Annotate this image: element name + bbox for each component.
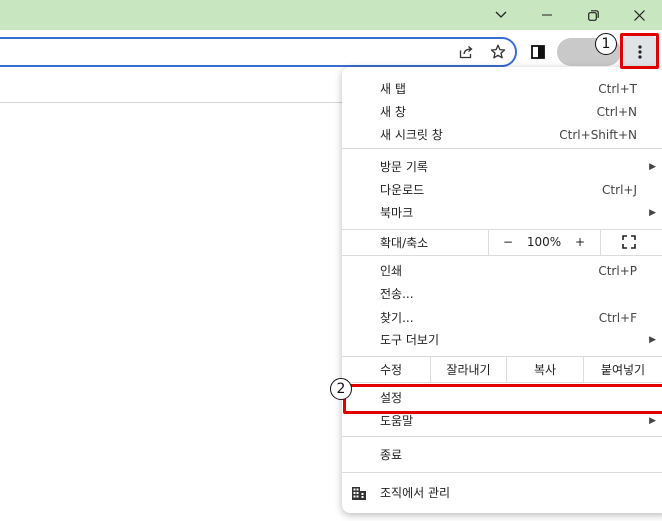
restore-icon [587,9,599,21]
share-icon [459,46,473,59]
fullscreen-icon [622,235,636,249]
menu-item-exit[interactable]: 종료 [342,443,662,466]
menu-separator [342,148,662,149]
menu-item-label: 방문 기록 [380,160,428,174]
star-icon [490,44,506,59]
address-bar[interactable] [0,37,517,67]
menu-item-shortcut: Ctrl+T [598,81,637,96]
menu-item-print[interactable]: 인쇄 Ctrl+P [342,259,662,282]
edit-label: 수정 [380,362,403,377]
submenu-arrow-icon: ▶ [649,161,656,172]
close-window-button[interactable] [616,0,662,30]
menu-item-label: 종료 [380,448,403,462]
step-2-badge: 2 [330,378,352,400]
menu-item-label: 북마크 [380,206,414,220]
step-1-badge: 1 [595,33,617,55]
close-icon [633,9,645,21]
chevron-down-icon [495,11,507,18]
toolbar-divider [0,102,342,103]
menu-item-shortcut: Ctrl+F [598,310,637,325]
submenu-arrow-icon: ▶ [649,415,656,426]
menu-item-find[interactable]: 찾기... Ctrl+F [342,306,662,329]
menu-item-history[interactable]: 방문 기록 ▶ [342,155,662,178]
zoom-divider [488,229,489,255]
menu-item-bookmarks[interactable]: 북마크 ▶ [342,201,662,224]
zoom-row: 확대/축소 − 100% + [342,229,662,255]
cut-button[interactable]: 잘라내기 [431,356,506,382]
menu-item-label: 찾기... [380,311,414,325]
share-button[interactable] [457,42,477,62]
menu-item-label: 새 시크릿 창 [380,128,443,142]
menu-item-shortcut: Ctrl+J [602,182,637,197]
fullscreen-button[interactable] [604,229,654,255]
menu-separator [342,255,662,256]
menu-item-label: 전송... [380,287,414,301]
building-icon [352,487,366,500]
menu-item-new-tab[interactable]: 새 탭 Ctrl+T [342,77,662,100]
menu-item-label: 조직에서 관리 [380,486,451,500]
menu-item-label: 도움말 [380,414,414,428]
zoom-divider [600,229,601,255]
menu-item-label: 새 탭 [380,82,406,96]
side-panel-button[interactable] [528,42,548,62]
menu-item-label: 도구 더보기 [380,333,440,347]
zoom-value: 100% [526,235,562,249]
paste-button[interactable]: 붙여넣기 [584,356,662,382]
menu-item-new-incognito[interactable]: 새 시크릿 창 Ctrl+Shift+N [342,123,662,146]
minimize-button[interactable] [524,0,570,30]
menu-item-managed-by-org[interactable]: 조직에서 관리 [342,481,662,504]
restore-button[interactable] [570,0,616,30]
title-bar [0,0,662,30]
menu-item-shortcut: Ctrl+N [596,104,637,119]
menu-item-more-tools[interactable]: 도구 더보기 ▶ [342,328,662,351]
zoom-label: 확대/축소 [380,235,429,250]
menu-item-downloads[interactable]: 다운로드 Ctrl+J [342,178,662,201]
zoom-in-button[interactable]: + [564,229,596,255]
menu-item-cast[interactable]: 전송... [342,282,662,305]
zoom-out-button[interactable]: − [492,229,524,255]
edit-row: 수정 잘라내기 복사 붙여넣기 [342,356,662,382]
minimize-icon [542,14,552,16]
submenu-arrow-icon: ▶ [649,334,656,345]
side-panel-icon [531,45,545,59]
submenu-arrow-icon: ▶ [649,207,656,218]
settings-highlight [343,384,662,414]
menu-separator [342,436,662,437]
menu-item-label: 다운로드 [380,183,425,197]
menu-item-label: 인쇄 [380,264,403,278]
menu-item-shortcut: Ctrl+Shift+N [559,127,637,142]
menu-button-highlight [620,33,659,69]
chrome-main-menu: 새 탭 Ctrl+T 새 창 Ctrl+N 새 시크릿 창 Ctrl+Shift… [342,67,662,513]
menu-item-shortcut: Ctrl+P [598,263,637,278]
menu-item-new-window[interactable]: 새 창 Ctrl+N [342,100,662,123]
copy-button[interactable]: 복사 [507,356,583,382]
tab-search-button[interactable] [478,0,524,30]
menu-item-label: 새 창 [380,105,406,119]
menu-separator [342,382,662,383]
bookmark-star-button[interactable] [488,42,508,62]
menu-separator [342,472,662,473]
